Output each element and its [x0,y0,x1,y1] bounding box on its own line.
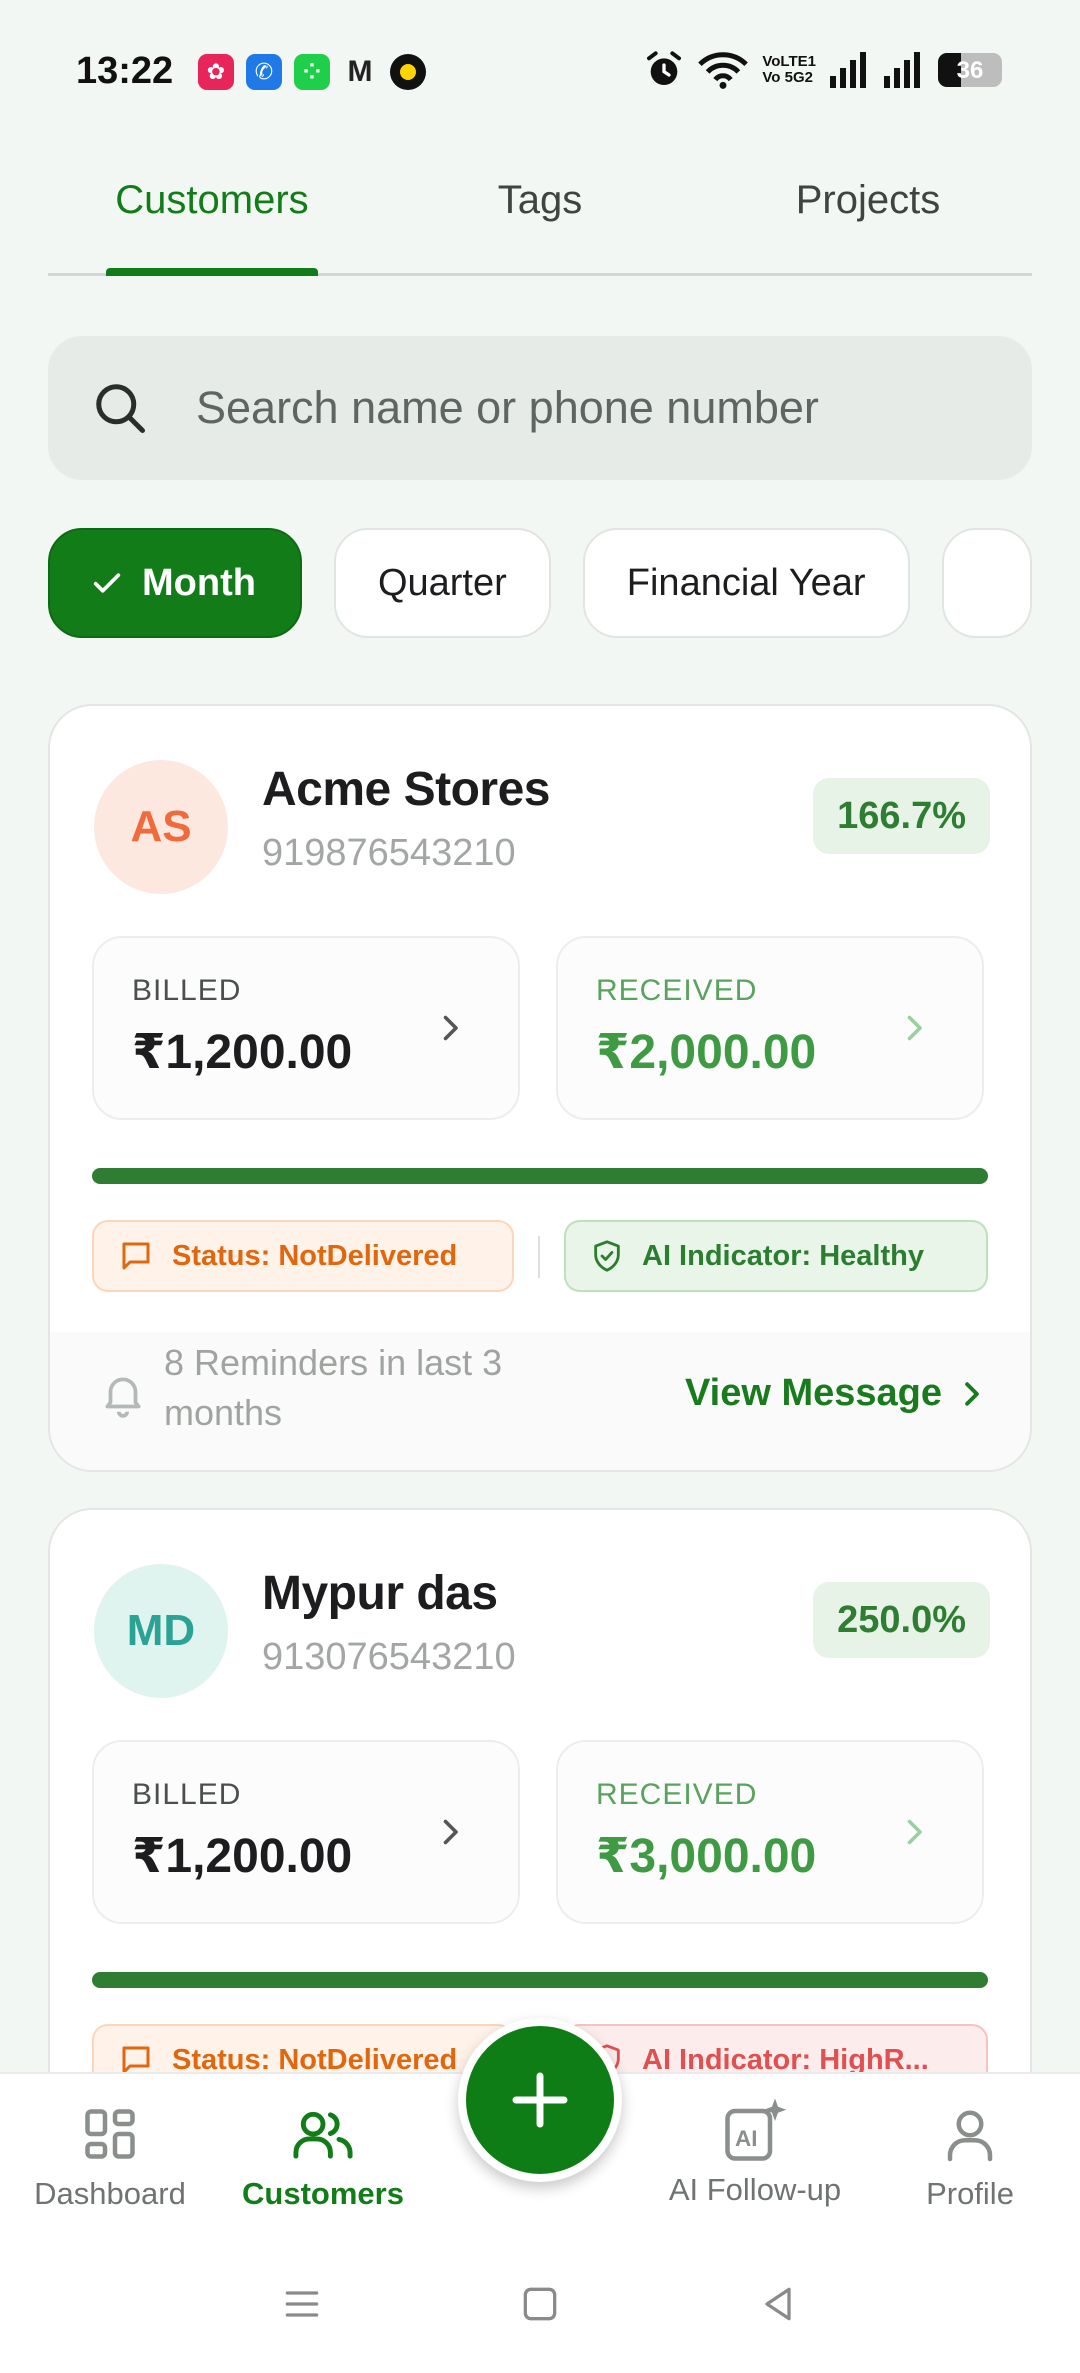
status-bar: 13:22 ✿ ✆ ⁘ M VoLTE1 Vo 5G2 36 [0,0,1080,130]
filter-financial-year-chip[interactable]: Financial Year [582,528,910,638]
tab-projects[interactable]: Projects [704,160,1032,273]
shield-check-icon [594,1240,620,1272]
ai-indicator-badge: AI Indicator: Healthy [564,1220,988,1292]
signal-1-icon [830,52,866,88]
period-filters: Month Quarter Financial Year [48,528,1032,640]
reminders-text: 8 Reminders in last 3 months [164,1342,503,1433]
billed-amount: ₹1,200.00 [132,1830,353,1883]
nav-ai-follow-up-label: AI Follow-up [668,2172,842,2207]
tab-customers[interactable]: Customers [48,160,376,276]
bell-icon [105,1377,141,1418]
home-icon[interactable] [518,2282,562,2326]
nav-profile[interactable]: Profile [880,2074,1060,2254]
search-input[interactable] [196,382,956,434]
menu-icon[interactable] [280,2282,324,2326]
collection-progress-bar [92,1972,988,1988]
chevron-right-icon [907,1819,922,1845]
status-badge: Status: NotDelivered [92,1220,514,1292]
battery-level: 36 [956,57,984,84]
signal-2-icon [884,52,920,88]
system-nav-bar [0,2252,1080,2373]
gmail-icon: M [347,55,373,88]
wifi-icon [698,52,749,89]
reminder-row: 8 Reminders in last 3 months View Messag… [50,1332,1030,1470]
billed-label: BILLED [132,1778,242,1811]
nav-dashboard-label: Dashboard [34,2176,186,2211]
billed-box[interactable]: BILLED ₹1,200.00 [92,936,520,1120]
received-amount: ₹3,000.00 [596,1830,817,1883]
back-icon[interactable] [756,2282,800,2326]
view-message-label: View Message [684,1372,942,1414]
svg-text:AI: AI [735,2126,758,2151]
customer-card[interactable]: AS Acme Stores 919876543210 166.7% BILLE… [48,704,1032,1472]
view-message-link[interactable]: View Message [685,1372,982,1415]
settings-app-icon: ✿ [198,54,234,90]
filter-quarter-chip[interactable]: Quarter [333,528,551,638]
status-time: 13:22 [76,50,174,92]
billed-label: BILLED [132,974,242,1007]
customer-name: Acme Stores [262,763,550,816]
billed-amount: ₹1,200.00 [132,1026,353,1079]
billed-box[interactable]: BILLED ₹1,200.00 [92,1740,520,1924]
search-icon [96,384,145,433]
plus-icon [512,2072,568,2128]
filter-more-chip[interactable] [941,528,1032,638]
tab-tags[interactable]: Tags [376,160,704,273]
profile-icon [947,2110,993,2162]
avatar: MD [94,1564,228,1698]
users-icon [293,2111,353,2159]
customer-phone: 913076543210 [262,1636,516,1678]
filter-financial-year-label: Financial Year [626,561,866,604]
collection-percent-badge: 166.7% [813,778,990,854]
phone-app-icon: ✆ [246,54,282,90]
dashboard-icon [85,2109,135,2159]
received-amount: ₹2,000.00 [596,1026,817,1079]
ai-sparkle-icon: AI [725,2098,787,2161]
received-label: RECEIVED [596,1778,758,1811]
top-tabs: Customers Tags Projects [48,160,1032,276]
chevron-right-icon [907,1015,922,1041]
received-box[interactable]: RECEIVED ₹2,000.00 [556,936,984,1120]
add-customer-button[interactable] [458,2018,622,2182]
filter-month-label: Month [142,561,256,604]
check-icon [93,573,121,593]
search-bar[interactable] [48,336,1032,480]
customer-phone: 919876543210 [262,832,516,874]
badge-divider [538,1236,540,1278]
alarm-icon [647,51,682,85]
battery-icon: 36 [938,53,1002,87]
status-text: Status: NotDelivered [172,1239,458,1272]
chevron-right-icon [443,1015,458,1041]
filter-month-chip[interactable]: Month [48,528,302,638]
status-right: VoLTE1 Vo 5G2 36 [644,50,1002,90]
ai-indicator-text: AI Indicator: Healthy [642,1239,924,1272]
received-box[interactable]: RECEIVED ₹3,000.00 [556,1740,984,1924]
nav-ai-follow-up[interactable]: AI AI Follow-up [660,2074,850,2254]
collection-progress-bar [92,1168,988,1184]
filter-quarter-label: Quarter [377,561,507,604]
nav-customers[interactable]: Customers [228,2074,418,2254]
message-square-icon [122,1242,150,1270]
volte-line-1: VoLTE1 [762,53,816,70]
grid-app-icon: ⁘ [294,54,330,90]
volte-indicator: VoLTE1 Vo 5G2 [762,54,816,86]
nav-customers-label: Customers [242,2176,404,2211]
notification-icons: ✿ ✆ ⁘ M [198,54,426,90]
chevron-right-icon [965,1381,979,1406]
volte-line-2: Vo 5G2 [762,69,813,86]
collection-percent-badge: 250.0% [813,1582,990,1658]
received-label: RECEIVED [596,974,758,1007]
customer-name: Mypur das [262,1567,498,1620]
chevron-right-icon [443,1819,458,1845]
nav-dashboard[interactable]: Dashboard [20,2074,200,2254]
nav-profile-label: Profile [926,2176,1014,2211]
avatar: AS [94,760,228,894]
circle-app-icon [390,54,426,90]
